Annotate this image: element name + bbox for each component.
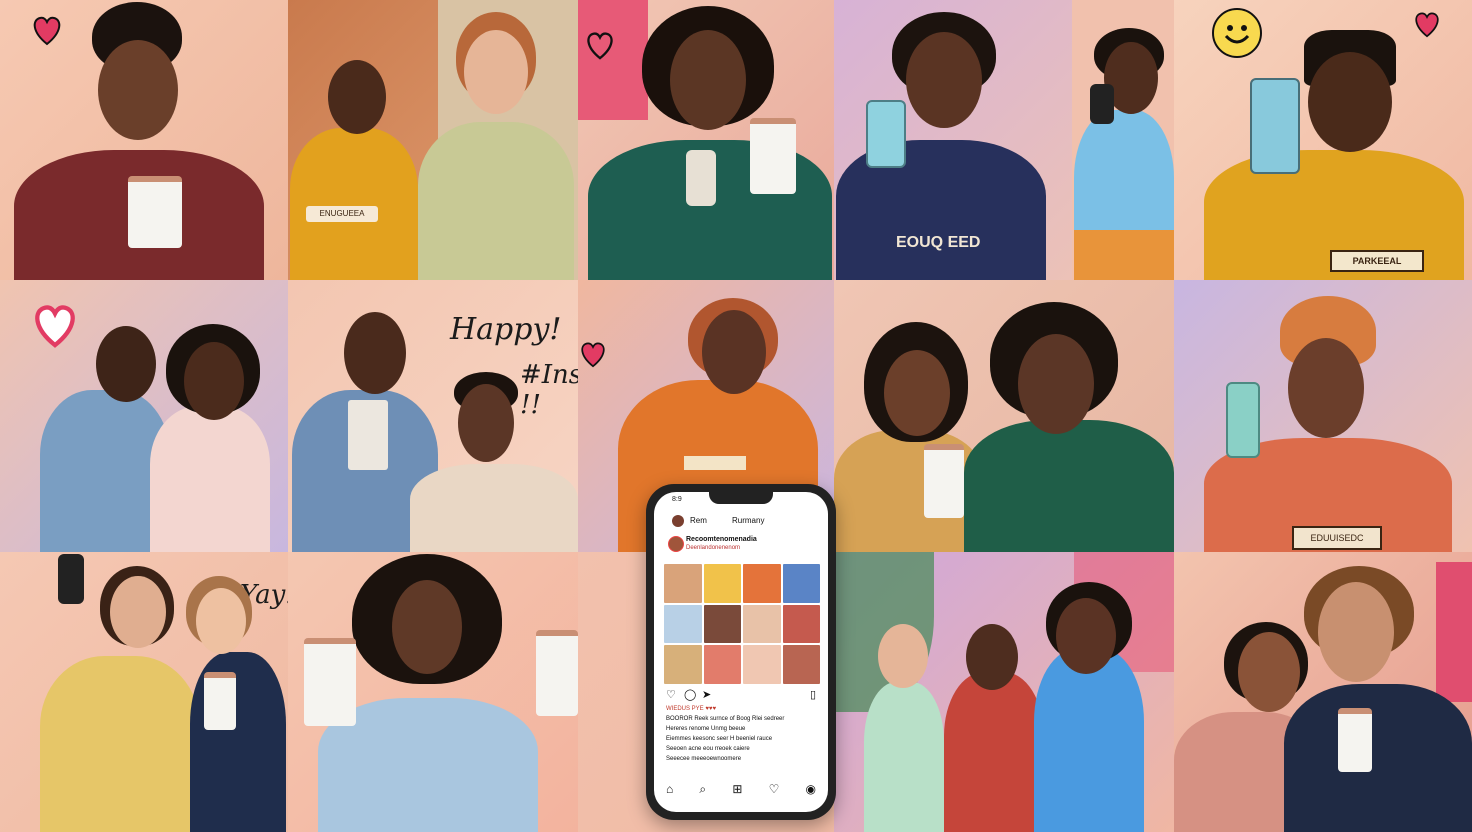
home-icon[interactable]: ⌂ — [666, 782, 673, 798]
heart-icon[interactable]: ♡ — [769, 782, 780, 798]
mug — [1338, 708, 1372, 772]
phone — [58, 554, 84, 604]
shirt-print: ENUGUEEA — [306, 206, 378, 222]
phone-notch — [709, 492, 773, 504]
caption-line: Seeoen acne eou rreoek caiere — [666, 746, 750, 752]
photo-man-yellow-shirt: PARKEEAL — [1174, 0, 1472, 280]
smartphone: 8:9 Rem Rurmany Recoomtenomenadia Deenla… — [646, 484, 836, 820]
add-icon[interactable]: ⊞ — [732, 782, 742, 798]
photo-two-people-denim — [0, 280, 288, 552]
search-icon[interactable]: ⌕ — [699, 782, 706, 798]
shirt-print — [684, 456, 746, 470]
profile-avatar[interactable] — [668, 536, 684, 552]
photo-two-women-selfie: EOUQ EED — [834, 0, 1174, 280]
instagram-text: #Instagram !! — [520, 360, 578, 420]
mug — [536, 630, 578, 716]
shirt-print: EDUUISEDC — [1292, 526, 1382, 550]
grid-photo[interactable] — [664, 645, 702, 684]
shirt-print: PARKEEAL — [1330, 250, 1424, 272]
heart-doodle — [578, 340, 608, 380]
photo-two-women-phones: ENUGUEEA — [288, 0, 578, 280]
grid-photo[interactable] — [743, 604, 781, 644]
mug — [204, 672, 236, 730]
caption-line: WIEDUS PYE ♥♥♥ — [666, 706, 717, 712]
photo-woman-headwrap-selfie: EDUUISEDC — [1174, 280, 1472, 552]
avatar[interactable] — [672, 515, 684, 527]
grid-photo[interactable] — [703, 604, 741, 644]
caption-line: Seeecee meeeoewnoomere — [666, 756, 742, 762]
grid-photo[interactable] — [743, 645, 781, 684]
photo-group-smiling — [834, 552, 1174, 832]
photo-man-woman-happy: Happy! #Instagram !! — [288, 280, 578, 552]
profile-icon[interactable]: ◉ — [806, 782, 816, 798]
grid-photo[interactable] — [664, 604, 702, 644]
bottom-nav: ⌂ ⌕ ⊞ ♡ ◉ — [666, 782, 816, 798]
heart-doodle — [584, 30, 616, 60]
photo-couple-navy-shirt — [1174, 552, 1472, 832]
phone — [1250, 78, 1300, 174]
profile-name: Recoomtenomenadia — [686, 536, 757, 543]
phone — [866, 100, 906, 168]
happy-text: Happy! — [450, 312, 562, 347]
photo-grid — [664, 564, 820, 684]
profile-bio: Deenlandonenenom — [686, 545, 741, 551]
caption-line: BOOROR Reek surnce of Boog Rlei sedreer — [666, 716, 785, 722]
shirt-print: EOUQ EED — [896, 234, 981, 251]
heart-icon[interactable]: ♡ — [666, 688, 676, 701]
caption-line: Hereres renome Unmg beeue — [666, 726, 746, 732]
instagram-screen: 8:9 Rem Rurmany Recoomtenomenadia Deenla… — [654, 492, 828, 812]
comment-icon[interactable]: ◯ — [684, 688, 696, 701]
grid-photo[interactable] — [782, 564, 820, 603]
share-icon[interactable]: ➤ — [702, 688, 711, 701]
mug — [750, 118, 796, 194]
username-left[interactable]: Rem — [690, 516, 707, 525]
bookmark-icon[interactable]: ▯ — [810, 688, 816, 701]
heart-doodle — [1412, 10, 1442, 38]
grid-photo[interactable] — [782, 604, 820, 644]
smiley-doodle — [1212, 8, 1262, 58]
photo-woman-green-sweater — [578, 0, 834, 280]
caption-line: Eiemmes keesonc seer H beeniel rauce — [666, 736, 773, 742]
heart-doodle — [30, 14, 64, 46]
phone — [1226, 382, 1260, 458]
grid-photo[interactable] — [664, 564, 702, 603]
photo-card — [348, 400, 388, 470]
photo-couple-green-shirt — [834, 280, 1174, 552]
photo-woman-two-mugs — [288, 552, 578, 832]
username-right[interactable]: Rurmany — [732, 516, 764, 525]
phone — [1090, 84, 1114, 124]
status-time: 8:9 — [672, 496, 682, 503]
grid-photo[interactable] — [782, 645, 820, 684]
grid-photo[interactable] — [703, 645, 741, 684]
mug — [924, 444, 964, 518]
photo-two-women-yellow-navy: Yay!! — [0, 552, 288, 832]
phone-card — [686, 150, 716, 206]
grid-photo[interactable] — [703, 564, 741, 603]
mug — [128, 176, 182, 248]
heart-doodle — [30, 302, 80, 348]
photo-woman-maroon-mug — [0, 0, 288, 280]
mug — [304, 638, 356, 726]
grid-photo[interactable] — [743, 564, 781, 603]
post-actions: ♡ ◯ ➤ ▯ — [666, 688, 816, 702]
